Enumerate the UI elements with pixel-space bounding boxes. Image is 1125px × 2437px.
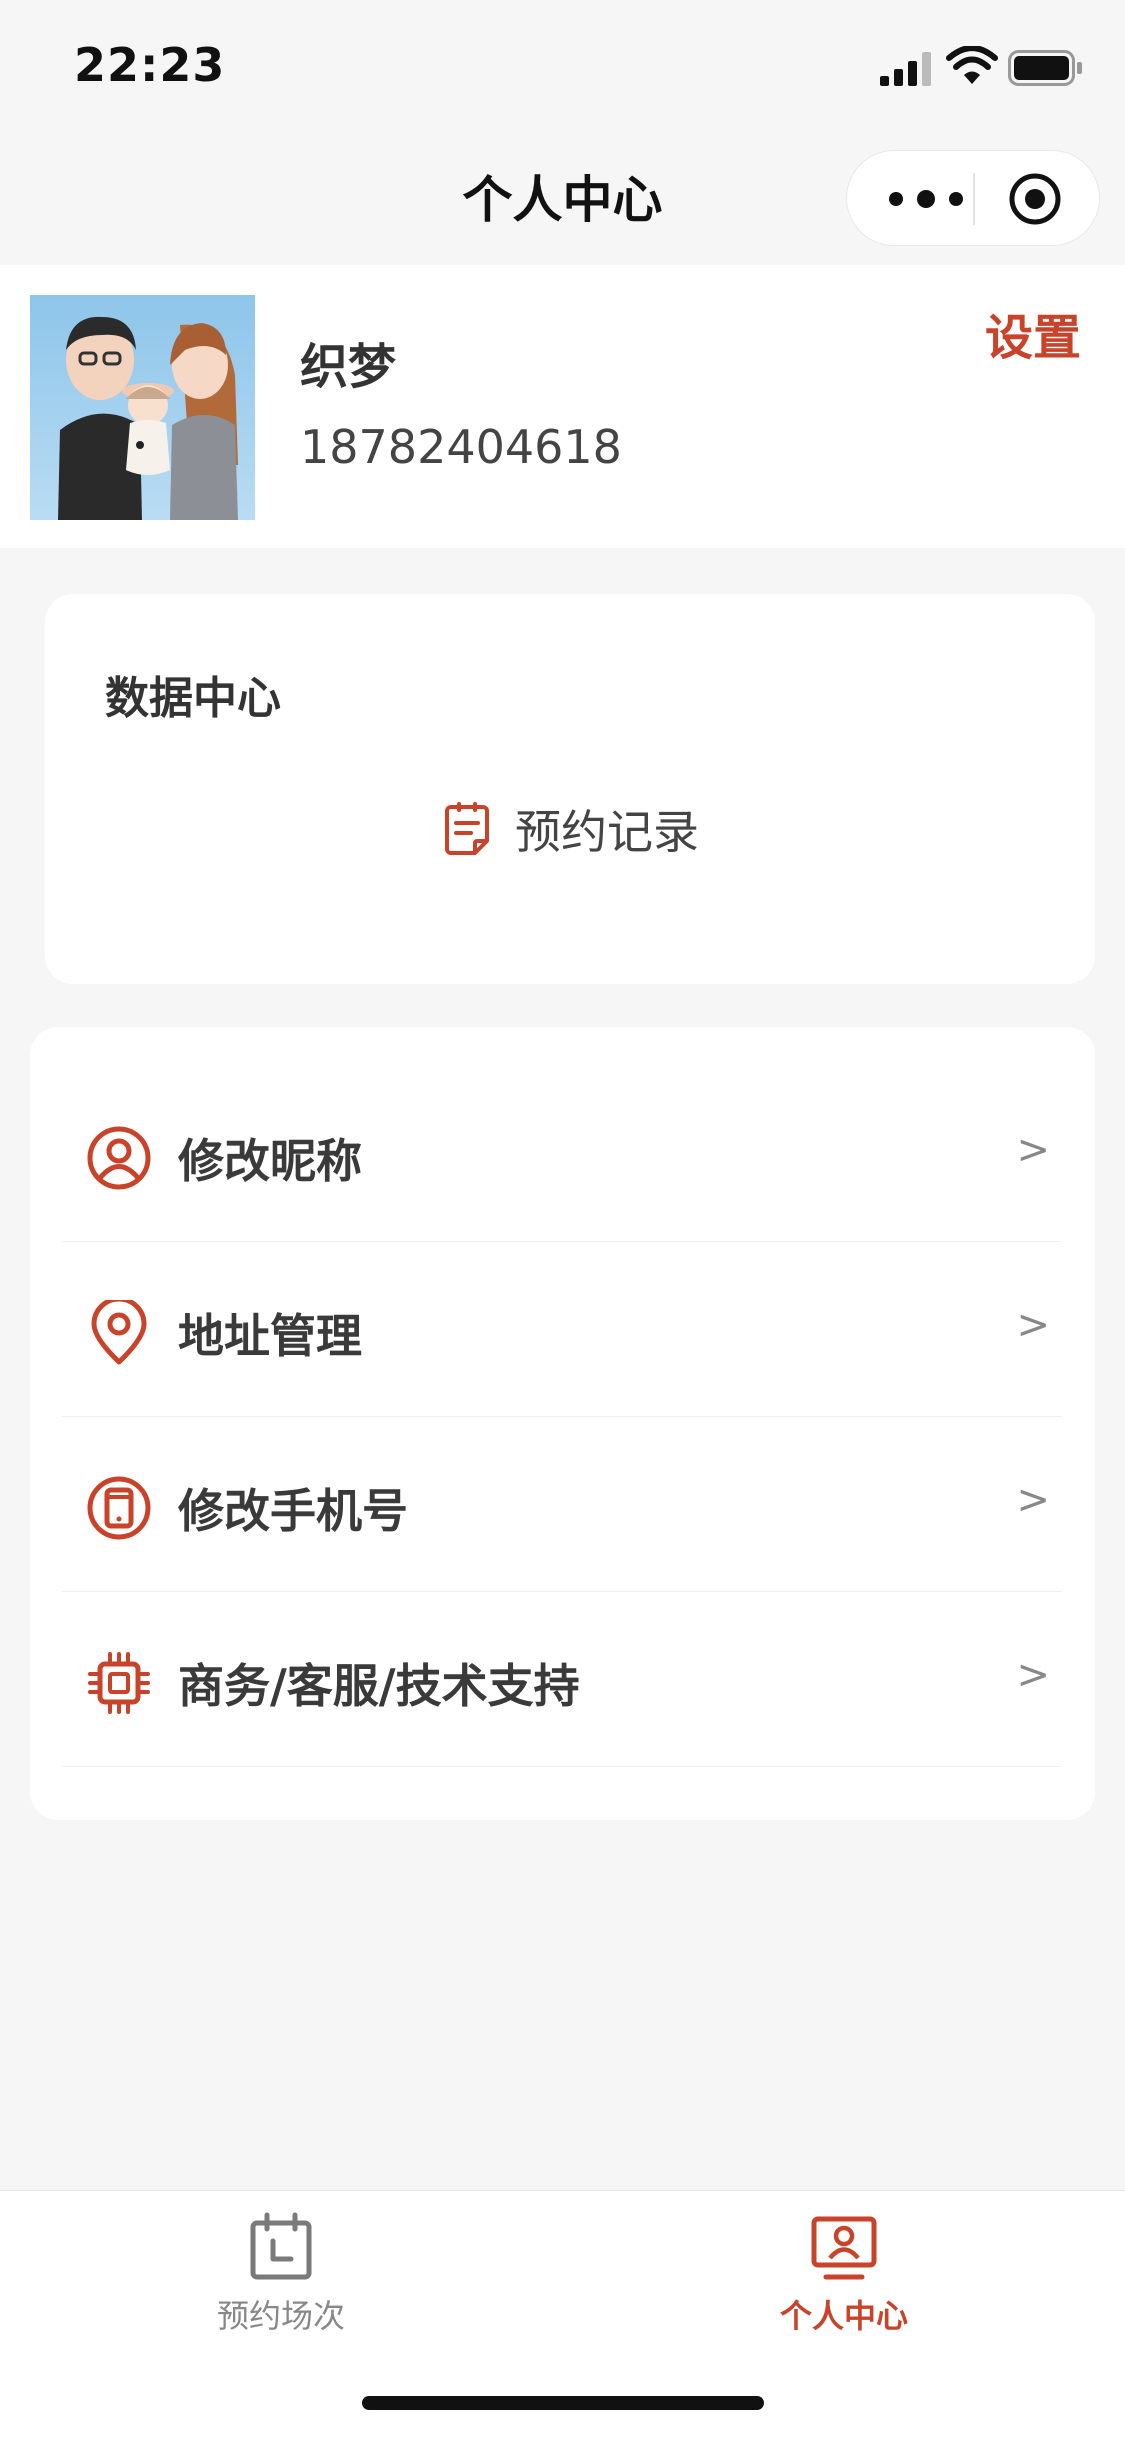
user-name: 织梦 bbox=[300, 339, 397, 395]
menu-item-edit-nickname[interactable]: 修改昵称 > bbox=[62, 1067, 1062, 1242]
chevron-right-icon: > bbox=[1016, 1127, 1050, 1173]
calendar-icon bbox=[250, 2212, 312, 2280]
tab-label: 个人中心 bbox=[779, 2297, 908, 2335]
settings-link[interactable]: 设置 bbox=[985, 298, 1081, 368]
profile-monitor-icon bbox=[811, 2216, 877, 2280]
avatar[interactable] bbox=[30, 295, 255, 520]
clipboard-icon bbox=[445, 802, 489, 855]
menu-item-label: 修改昵称 bbox=[178, 1134, 362, 1188]
menu-item-label: 地址管理 bbox=[178, 1309, 362, 1363]
tab-booking-sessions[interactable]: 预约场次 bbox=[131, 2211, 431, 2351]
phone-icon bbox=[87, 1476, 151, 1540]
tab-label: 预约场次 bbox=[216, 2297, 345, 2335]
tab-profile[interactable]: 个人中心 bbox=[694, 2211, 994, 2351]
more-options-icon[interactable] bbox=[881, 179, 971, 219]
menu-item-label: 商务/客服/技术支持 bbox=[178, 1659, 580, 1713]
booking-record-link[interactable]: 预约记录 bbox=[443, 799, 699, 859]
user-circle-icon bbox=[87, 1126, 151, 1190]
menu-item-support[interactable]: 商务/客服/技术支持 > bbox=[62, 1592, 1062, 1767]
close-miniprogram-icon[interactable] bbox=[1007, 171, 1063, 227]
location-pin-icon bbox=[91, 1300, 147, 1365]
chevron-right-icon: > bbox=[1016, 1302, 1050, 1348]
signal-icon bbox=[880, 52, 931, 86]
booking-record-label: 预约记录 bbox=[515, 805, 699, 859]
mini-program-capsule bbox=[846, 150, 1100, 246]
status-time: 22:23 bbox=[74, 38, 226, 92]
battery-icon bbox=[1008, 50, 1082, 86]
chevron-right-icon: > bbox=[1016, 1652, 1050, 1698]
capsule-divider bbox=[973, 173, 975, 225]
wifi-icon bbox=[946, 46, 998, 84]
menu-item-address-management[interactable]: 地址管理 > bbox=[62, 1242, 1062, 1417]
user-phone: 18782404618 bbox=[300, 420, 622, 474]
menu-item-change-phone[interactable]: 修改手机号 > bbox=[62, 1417, 1062, 1592]
chevron-right-icon: > bbox=[1016, 1477, 1050, 1523]
home-indicator[interactable] bbox=[362, 2396, 764, 2410]
data-center-title: 数据中心 bbox=[105, 673, 281, 724]
status-bar: 22:23 bbox=[0, 0, 1125, 130]
profile-header: 织梦 18782404618 设置 bbox=[0, 265, 1125, 548]
settings-menu: 修改昵称 > 地址管理 > 修改手机号 > 商务/客服/技术支持 > bbox=[30, 1027, 1095, 1820]
menu-item-label: 修改手机号 bbox=[178, 1484, 408, 1538]
data-center-card: 数据中心 预约记录 bbox=[45, 594, 1095, 984]
chip-icon bbox=[88, 1652, 150, 1714]
